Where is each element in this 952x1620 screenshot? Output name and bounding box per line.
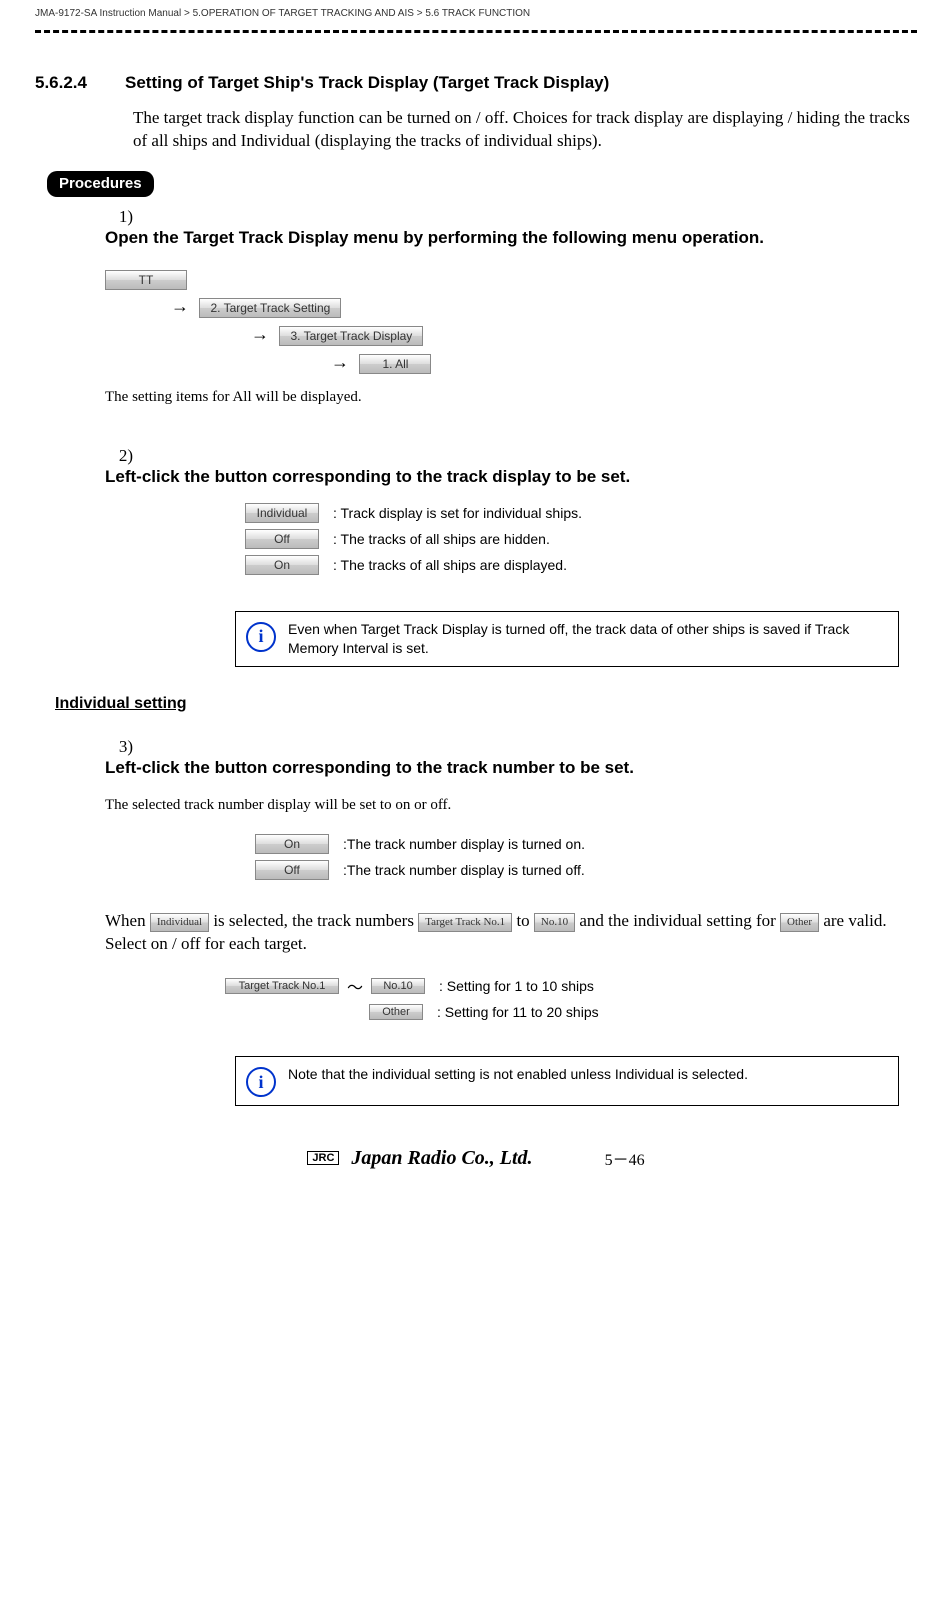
step3-title: Left-click the button corresponding to t… [105, 757, 895, 780]
company-name: Japan Radio Co., Ltd. [351, 1147, 532, 1170]
option-btn-on[interactable]: On [245, 555, 319, 575]
step2-title: Left-click the button corresponding to t… [105, 466, 895, 489]
footer: JRC Japan Radio Co., Ltd. 5－46 [35, 1146, 917, 1182]
page-number: 5－46 [605, 1146, 645, 1170]
option-btn-off[interactable]: Off [255, 860, 329, 880]
section-heading: 5.6.2.4Setting of Target Ship's Track Di… [35, 73, 917, 93]
breadcrumb: JMA-9172-SA Instruction Manual > 5.OPERA… [35, 0, 917, 27]
info-box: i Even when Target Track Display is turn… [235, 611, 899, 667]
step2-number: 2) [93, 446, 133, 466]
option-desc: :The track number display is turned off. [343, 862, 585, 878]
arrow-icon: → [171, 296, 189, 316]
step1-number: 1) [93, 207, 133, 227]
menu-path: TT → 2. Target Track Setting → 3. Target… [105, 270, 895, 374]
section-title: Setting of Target Ship's Track Display (… [125, 73, 609, 92]
step3-note: The selected track number display will b… [105, 797, 895, 814]
tilde: ～ [347, 974, 363, 998]
range-btn-no10[interactable]: No.10 [371, 978, 425, 994]
when-paragraph: When Individual is selected, the track n… [105, 910, 895, 956]
menu-btn-all[interactable]: 1. All [359, 354, 431, 374]
step1-note: The setting items for All will be displa… [105, 389, 895, 406]
info-text: Even when Target Track Display is turned… [288, 620, 886, 658]
menu-btn-tt[interactable]: TT [105, 270, 187, 290]
menu-btn-target-track-setting[interactable]: 2. Target Track Setting [199, 298, 341, 318]
option-btn-off[interactable]: Off [245, 529, 319, 549]
inline-btn-target-track-no1[interactable]: Target Track No.1 [418, 913, 512, 932]
option-btn-on[interactable]: On [255, 834, 329, 854]
range-btn-no1[interactable]: Target Track No.1 [225, 978, 339, 994]
divider [35, 30, 917, 33]
step1-title: Open the Target Track Display menu by pe… [105, 227, 895, 250]
range-btn-other[interactable]: Other [369, 1004, 423, 1020]
inline-btn-individual[interactable]: Individual [150, 913, 209, 932]
option-desc: : Track display is set for individual sh… [333, 505, 582, 521]
option-btn-individual[interactable]: Individual [245, 503, 319, 523]
individual-setting-heading: Individual setting [55, 695, 917, 713]
range-desc: : Setting for 1 to 10 ships [439, 978, 594, 994]
inline-btn-no10[interactable]: No.10 [534, 913, 575, 932]
info-icon: i [246, 622, 276, 652]
menu-btn-target-track-display[interactable]: 3. Target Track Display [279, 326, 423, 346]
procedures-badge: Procedures [47, 171, 154, 197]
step3-number: 3) [93, 737, 133, 757]
arrow-icon: → [331, 352, 349, 372]
inline-btn-other[interactable]: Other [780, 913, 819, 932]
info-text: Note that the individual setting is not … [288, 1065, 748, 1084]
info-box: i Note that the individual setting is no… [235, 1056, 899, 1106]
option-desc: :The track number display is turned on. [343, 836, 585, 852]
option-desc: : The tracks of all ships are hidden. [333, 531, 550, 547]
arrow-icon: → [251, 324, 269, 344]
intro-paragraph: The target track display function can be… [133, 107, 917, 153]
section-number: 5.6.2.4 [35, 73, 125, 93]
range-desc: : Setting for 11 to 20 ships [437, 1004, 599, 1020]
jrc-logo: JRC [307, 1151, 339, 1165]
info-icon: i [246, 1067, 276, 1097]
option-desc: : The tracks of all ships are displayed. [333, 557, 567, 573]
